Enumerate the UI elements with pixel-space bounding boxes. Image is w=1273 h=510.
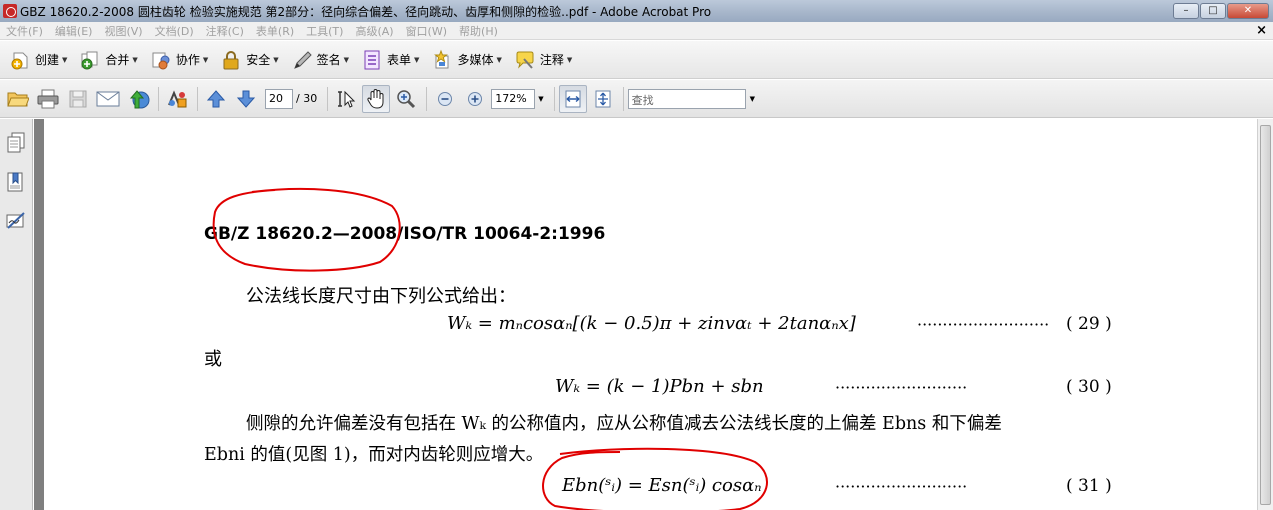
ink-circle-header[interactable]	[212, 187, 401, 272]
ink-circle-formula31[interactable]	[542, 447, 768, 510]
red-ink-annotations	[212, 187, 768, 510]
